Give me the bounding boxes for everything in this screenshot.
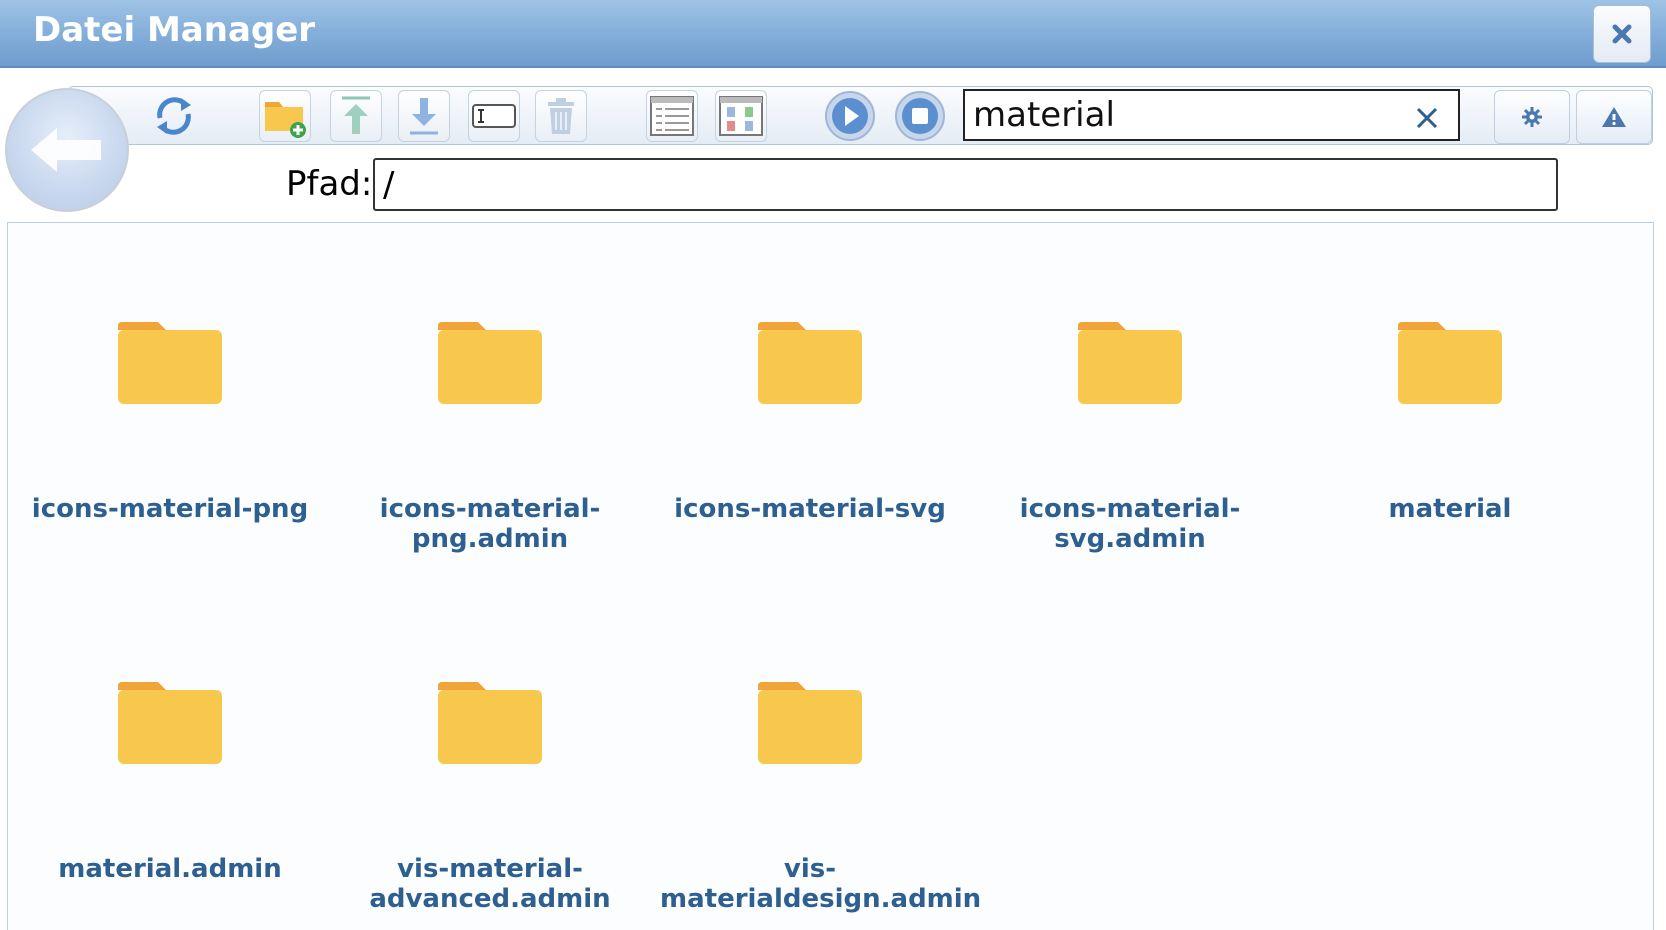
folder-label: vis-material-advanced.admin <box>369 854 611 914</box>
warning-icon <box>1602 107 1626 127</box>
stop-button[interactable] <box>894 90 946 142</box>
grid-view-button[interactable] <box>715 90 767 142</box>
close-button[interactable] <box>1593 5 1651 63</box>
new-folder-button[interactable] <box>259 90 311 142</box>
folder-icon <box>758 682 862 764</box>
search-input[interactable] <box>973 95 1393 135</box>
back-button[interactable] <box>5 88 129 212</box>
folder-icon <box>1078 322 1182 404</box>
folder-item[interactable]: vis-material-advanced.admin <box>340 680 640 914</box>
search-box <box>963 89 1460 141</box>
folder-label: icons-material-svg <box>674 494 946 524</box>
folder-label: icons-material-png <box>31 494 309 524</box>
folder-item[interactable]: icons-material-png.admin <box>340 320 640 554</box>
delete-button[interactable] <box>535 90 587 142</box>
grid-view-icon <box>719 96 763 136</box>
close-icon <box>1612 24 1632 44</box>
folder-label: icons-material-svg.admin <box>1019 494 1241 554</box>
window-title: Datei Manager <box>33 10 316 50</box>
folder-add-icon <box>265 102 306 138</box>
path-label: Pfad: <box>286 164 373 204</box>
clear-icon[interactable] <box>1412 103 1442 133</box>
file-grid: icons-material-png icons-material-png.ad… <box>7 222 1654 930</box>
folder-label: vis-materialdesign.admin <box>660 854 982 914</box>
download-icon <box>410 98 438 135</box>
folder-item[interactable]: icons-material-png <box>20 320 320 524</box>
arrow-left-icon <box>31 128 101 172</box>
path-input[interactable] <box>373 158 1558 211</box>
warning-button[interactable] <box>1576 90 1652 144</box>
refresh-icon <box>157 97 191 135</box>
folder-icon <box>758 322 862 404</box>
folder-label: material.admin <box>58 854 282 884</box>
folder-label: icons-material-png.admin <box>379 494 601 554</box>
settings-button[interactable] <box>1494 90 1570 144</box>
download-button[interactable] <box>398 90 450 142</box>
folder-item[interactable]: vis-materialdesign.admin <box>660 680 982 914</box>
folder-label: material <box>1388 494 1512 524</box>
folder-icon <box>118 322 222 404</box>
folder-item[interactable]: icons-material-svg.admin <box>980 320 1280 554</box>
stop-icon <box>895 91 945 141</box>
rename-icon <box>472 104 516 128</box>
folder-icon <box>438 322 542 404</box>
refresh-button[interactable] <box>148 90 200 142</box>
trash-icon <box>548 98 574 134</box>
title-bar: Datei Manager <box>0 0 1666 68</box>
folder-item[interactable]: icons-material-svg <box>660 320 960 524</box>
folder-item[interactable]: material.admin <box>20 680 320 884</box>
upload-icon <box>342 96 370 134</box>
play-icon <box>825 91 875 141</box>
gear-icon <box>1522 107 1542 127</box>
folder-icon <box>118 682 222 764</box>
folder-item[interactable]: material <box>1300 320 1600 524</box>
list-view-button[interactable] <box>646 90 698 142</box>
list-view-icon <box>650 96 694 136</box>
upload-button[interactable] <box>330 90 382 142</box>
rename-button[interactable] <box>468 90 520 142</box>
folder-icon <box>438 682 542 764</box>
folder-icon <box>1398 322 1502 404</box>
play-button[interactable] <box>824 90 876 142</box>
